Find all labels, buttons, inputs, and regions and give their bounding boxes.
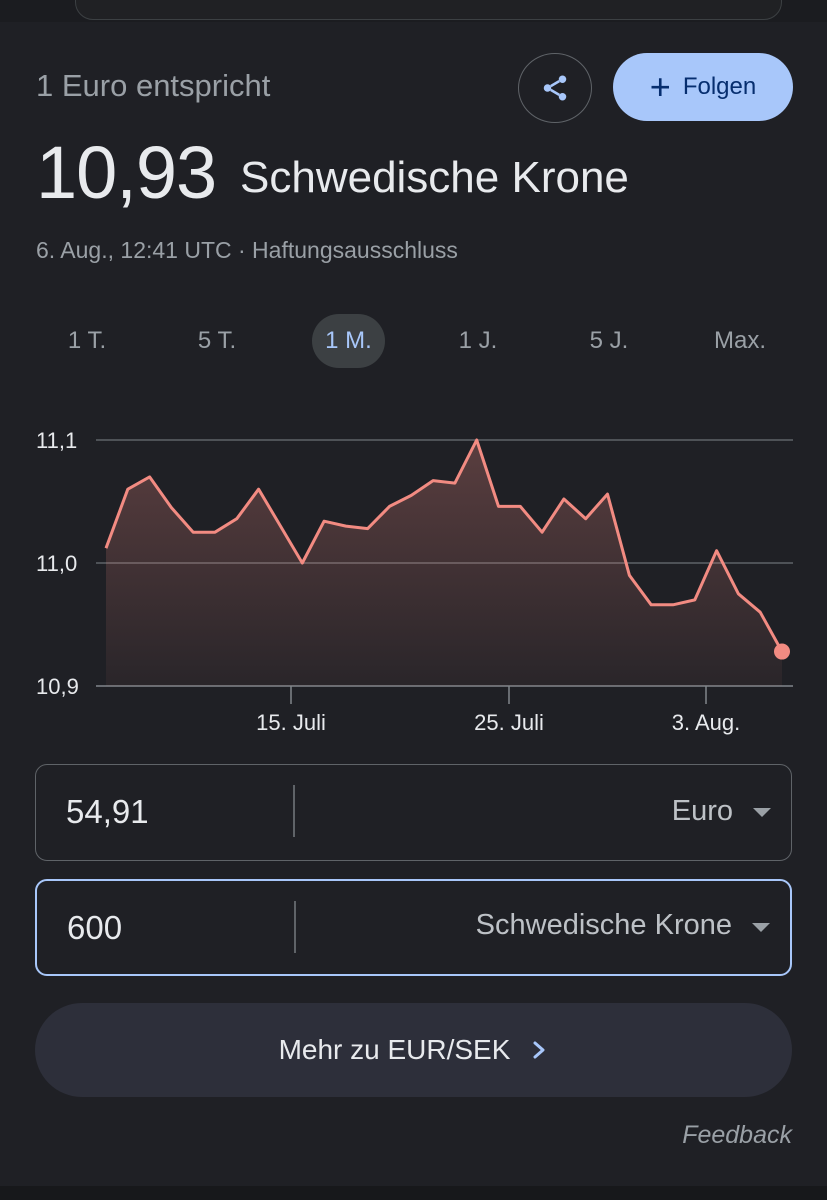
feedback-link[interactable]: Feedback bbox=[682, 1121, 792, 1150]
range-tab-1-day[interactable]: 1 T. bbox=[52, 314, 122, 368]
search-bar[interactable] bbox=[75, 0, 782, 20]
range-tab-1-month[interactable]: 1 M. bbox=[312, 314, 385, 368]
from-currency-select[interactable]: Euro bbox=[672, 795, 733, 828]
plus-icon: + bbox=[649, 66, 671, 107]
timestamp-disclaimer: 6. Aug., 12:41 UTC · Haftungsausschluss bbox=[36, 237, 458, 263]
search-bar-strip bbox=[0, 0, 827, 22]
range-tab-1-year[interactable]: 1 J. bbox=[443, 314, 513, 368]
conversion-subtitle: 1 Euro entspricht bbox=[36, 68, 271, 103]
field-divider bbox=[294, 901, 296, 953]
y-tick-label: 11,1 bbox=[36, 428, 77, 453]
x-tick-label: 15. Juli bbox=[256, 710, 326, 735]
to-currency-select[interactable]: Schwedische Krone bbox=[476, 909, 732, 942]
to-amount-input[interactable]: 600 bbox=[67, 909, 122, 947]
y-tick-label: 10,9 bbox=[36, 674, 79, 699]
chevron-right-icon bbox=[533, 1041, 545, 1059]
x-tick-label: 25. Juli bbox=[474, 710, 544, 735]
exchange-rate-value: 10,93 bbox=[36, 131, 217, 214]
range-tab-max[interactable]: Max. bbox=[700, 314, 780, 368]
chevron-down-icon[interactable] bbox=[753, 808, 771, 817]
exchange-rate-chart[interactable]: 11,1 11,0 10,9 15. Juli 25. Juli 3. Aug. bbox=[0, 390, 827, 740]
follow-button[interactable]: + Folgen bbox=[613, 53, 793, 121]
more-about-pair-button[interactable]: Mehr zu EUR/SEK bbox=[35, 1003, 792, 1097]
from-currency-field: 54,91 Euro bbox=[35, 764, 792, 861]
field-divider bbox=[293, 785, 295, 837]
range-tab-5-years[interactable]: 5 J. bbox=[574, 314, 644, 368]
x-tick-label: 3. Aug. bbox=[672, 710, 741, 735]
chevron-down-icon[interactable] bbox=[752, 923, 770, 932]
share-icon bbox=[543, 75, 567, 101]
to-currency-field: 600 Schwedische Krone bbox=[35, 879, 792, 976]
from-amount-input[interactable]: 54,91 bbox=[66, 793, 149, 831]
follow-button-label: Folgen bbox=[682, 73, 757, 100]
share-button[interactable] bbox=[518, 53, 592, 123]
more-button-label: Mehr zu EUR/SEK bbox=[278, 1034, 511, 1065]
range-tab-5-days[interactable]: 5 T. bbox=[182, 314, 252, 368]
chart-current-point bbox=[774, 643, 790, 660]
y-tick-label: 11,0 bbox=[36, 551, 77, 576]
bottom-strip bbox=[0, 1186, 827, 1200]
target-currency-name: Schwedische Krone bbox=[240, 153, 629, 202]
